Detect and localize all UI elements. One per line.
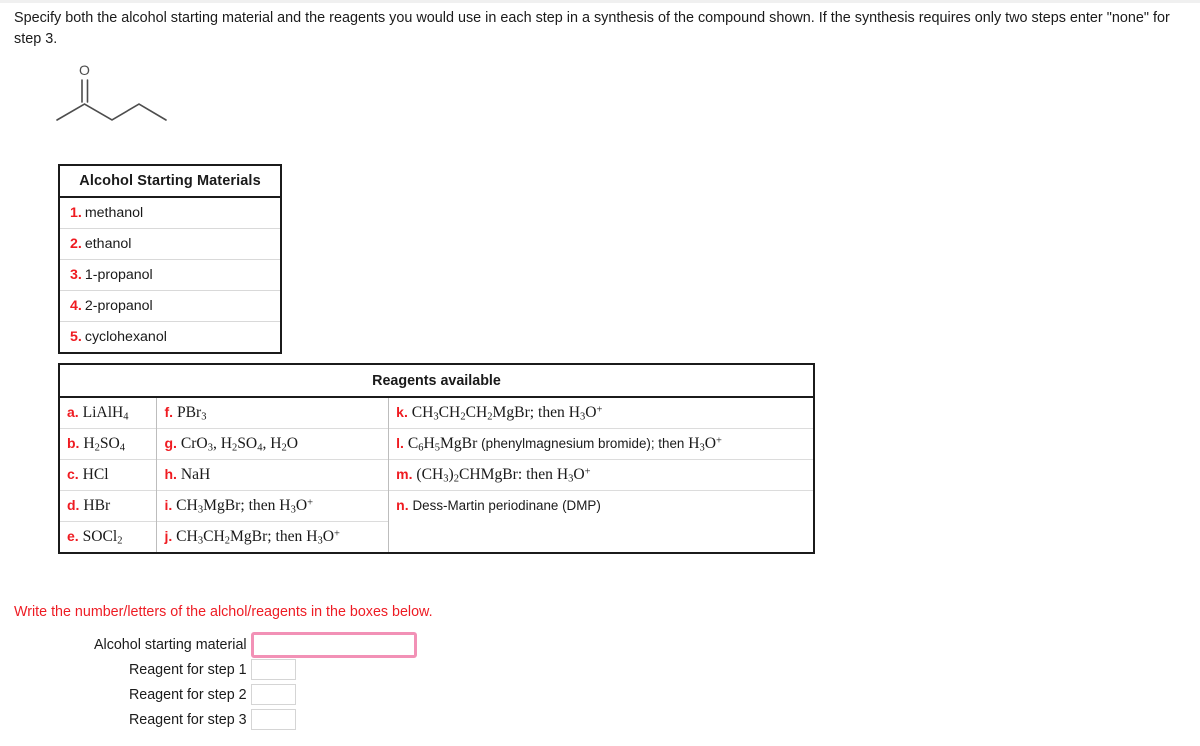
reagents-table-header: Reagents available	[59, 364, 814, 398]
reagent-option-d-label: d.	[67, 497, 80, 513]
reagent-option-c: c. HCl	[59, 459, 158, 491]
table-row: b. H2SO4 g. CrO3, H2SO4, H2O l. C6H5MgBr…	[59, 428, 814, 460]
reagent-option-n-formula: Dess-Martin periodinane (DMP)	[412, 498, 601, 514]
alcohol-option-5-name: cyclohexanol	[84, 329, 167, 345]
reagent-option-n: n. Dess-Martin periodinane (DMP)	[388, 490, 814, 522]
reagent-option-a: a. LiAlH4	[59, 397, 158, 429]
reagent-option-d: d. HBr	[59, 490, 158, 522]
reagents-table-header-row: Reagents available	[59, 364, 814, 398]
reagent-option-k: k. CH3CH2CH2MgBr; then H3O+	[389, 397, 814, 429]
reagent-option-j: j. CH3CH2MgBr; then H3O+	[156, 521, 390, 553]
answer-row-step1: Reagent for step 1	[94, 657, 417, 682]
alcohol-option-4: 4. 2-propanol	[59, 290, 281, 322]
answer-row-step3: Reagent for step 3	[94, 707, 417, 732]
table-row: c. HCl h. NaH m. (CH3)2CHMgBr: then H3O+	[59, 459, 814, 491]
reagent-option-b-label: b.	[67, 434, 80, 451]
alcohol-option-3-name: 1-propanol	[84, 267, 153, 283]
reagent-option-m-label: m.	[396, 465, 413, 482]
reagent-option-b-formula: H2SO4	[83, 434, 126, 454]
answer-label-alcohol: Alcohol starting material	[94, 636, 247, 653]
table-row: 3. 1-propanol	[59, 259, 281, 291]
table-row: e. SOCl2 j. CH3CH2MgBr; then H3O+	[59, 521, 814, 554]
reagent-option-e-label: e.	[67, 527, 79, 544]
alcohol-option-1: 1. methanol	[59, 196, 281, 229]
answer-label-step2: Reagent for step 2	[128, 686, 247, 703]
reagent-option-i-label: i.	[164, 496, 173, 513]
answer-entry-group: Alcohol starting material Reagent for st…	[94, 631, 417, 732]
reagent-option-l-label: l.	[396, 434, 404, 451]
table-row: 4. 2-propanol	[59, 290, 281, 322]
alcohol-option-2: 2. ethanol	[59, 228, 281, 260]
reagent-option-i-formula: CH3MgBr; then H3O+	[176, 496, 314, 516]
table-row: 5. cyclohexanol	[59, 321, 281, 353]
reagent-option-m: m. (CH3)2CHMgBr: then H3O+	[388, 459, 814, 491]
alcohol-option-4-name: 2-propanol	[84, 298, 153, 314]
alcohol-option-1-name: methanol	[84, 205, 144, 221]
reagent-option-a-formula: LiAlH4	[82, 403, 129, 423]
alcohol-option-2-name: ethanol	[84, 236, 132, 252]
reagent-option-a-label: a.	[67, 403, 79, 420]
reagent-option-f-label: f.	[164, 403, 174, 420]
reagent-option-n-label: n.	[396, 497, 409, 514]
table-row: 1. methanol	[59, 196, 281, 229]
reagent-option-g: g. CrO3, H2SO4, H2O	[156, 428, 390, 460]
reagent-option-e: e. SOCl2	[59, 521, 158, 553]
reagent-option-b: b. H2SO4	[59, 428, 158, 460]
window-top-edge	[0, 0, 1200, 3]
reagent-option-c-formula: HCl	[82, 466, 109, 483]
alcohol-table-header-row: Alcohol Starting Materials	[59, 165, 281, 198]
alcohol-option-2-label: 2.	[70, 236, 82, 252]
reagent-option-j-formula: CH3CH2MgBr; then H3O+	[176, 527, 340, 547]
table-row: 2. ethanol	[59, 228, 281, 260]
reagent-option-k-formula: CH3CH2CH2MgBr; then H3O+	[411, 403, 603, 423]
answer-row-step2: Reagent for step 2	[94, 682, 417, 707]
reagent-option-f: f. PBr3	[156, 397, 390, 429]
alcohol-option-5-label: 5.	[70, 329, 82, 345]
answer-label-step3: Reagent for step 3	[128, 711, 247, 728]
reagent-step2-input[interactable]	[250, 684, 296, 705]
alcohol-option-5: 5. cyclohexanol	[59, 321, 281, 353]
question-prompt: Specify both the alcohol starting materi…	[14, 10, 1170, 47]
reagent-table-empty-cell	[389, 522, 814, 554]
answer-row-alcohol: Alcohol starting material	[94, 631, 417, 658]
alcohol-option-4-label: 4.	[70, 298, 82, 314]
alcohol-option-3-label: 3.	[70, 267, 82, 283]
oxygen-atom-label: O	[79, 62, 90, 78]
reagent-option-d-formula: HBr	[83, 497, 111, 514]
alcohol-option-1-label: 1.	[70, 205, 82, 221]
reagent-option-k-label: k.	[396, 403, 408, 420]
reagent-option-l: l. C6H5MgBr (phenylmagnesium bromide); t…	[388, 428, 814, 460]
reagent-option-m-formula: (CH3)2CHMgBr: then H3O+	[416, 465, 591, 485]
answer-label-step1: Reagent for step 1	[128, 661, 247, 678]
reagent-step1-input[interactable]	[250, 659, 296, 680]
reagent-option-g-label: g.	[164, 434, 177, 451]
reagent-option-f-formula: PBr3	[176, 403, 207, 423]
answer-instruction: Write the number/letters of the alchol/r…	[14, 604, 433, 620]
reagent-option-h: h. NaH	[156, 459, 390, 491]
alcohol-option-3: 3. 1-propanol	[59, 259, 281, 291]
reagent-option-l-formula: C6H5MgBr (phenylmagnesium bromide); then…	[407, 434, 722, 454]
reagent-option-h-label: h.	[164, 466, 177, 482]
alcohol-starting-materials-table: Alcohol Starting Materials 1. methanol 2.…	[58, 164, 282, 354]
table-row: d. HBr i. CH3MgBr; then H3O+ n. Dess-Mar…	[59, 490, 814, 522]
reagent-option-i: i. CH3MgBr; then H3O+	[156, 490, 390, 522]
table-row: a. LiAlH4 f. PBr3 k. CH3CH2CH2MgBr; then…	[59, 397, 814, 429]
reagent-step3-input[interactable]	[250, 709, 296, 730]
molecule-structure-2-pentanone: O	[48, 60, 198, 145]
alcohol-table-header: Alcohol Starting Materials	[59, 165, 281, 198]
reagent-option-c-label: c.	[67, 466, 79, 482]
alcohol-starting-material-input[interactable]	[250, 631, 417, 658]
reagent-option-h-formula: NaH	[180, 466, 211, 483]
reagent-option-j-label: j.	[164, 527, 173, 544]
reagents-available-table: Reagents available a. LiAlH4 f. PBr3 k. …	[58, 363, 815, 554]
reagent-option-g-formula: CrO3, H2SO4, H2O	[180, 434, 299, 454]
reagent-option-e-formula: SOCl2	[82, 527, 123, 547]
